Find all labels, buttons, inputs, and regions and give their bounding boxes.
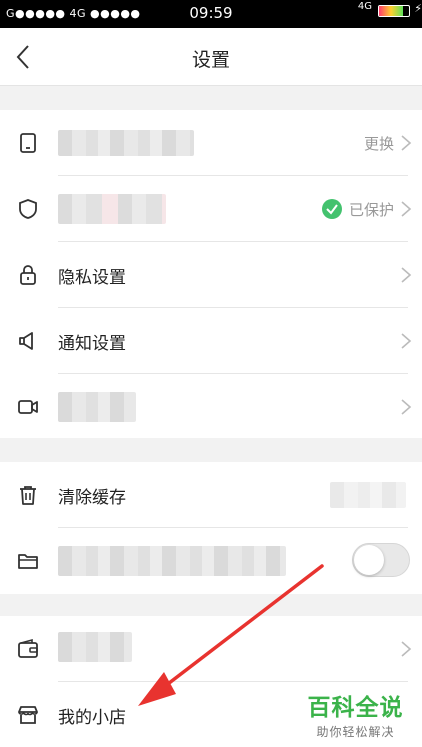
video-label-blurred	[58, 392, 136, 422]
toggle-label-blurred	[58, 546, 286, 576]
settings-group-account: 更换 已保护 隐私设置 通知设置	[0, 110, 422, 438]
security-row[interactable]: 已保护	[0, 176, 422, 242]
account-value-blurred	[58, 130, 194, 156]
phone-icon	[20, 133, 36, 153]
charging-icon: ⚡	[414, 2, 422, 15]
chevron-right-icon	[401, 333, 412, 349]
nav-bar: 设置	[0, 28, 422, 86]
clear-cache-row[interactable]: 清除缓存	[0, 462, 422, 528]
notification-settings-row[interactable]: 通知设置	[0, 308, 422, 374]
trash-icon	[20, 486, 36, 505]
video-icon	[18, 400, 38, 414]
video-settings-row[interactable]	[0, 374, 422, 438]
chevron-right-icon	[401, 135, 412, 151]
setting-toggle[interactable]	[352, 543, 410, 577]
security-value-blurred	[58, 194, 166, 224]
folder-icon	[18, 554, 38, 569]
privacy-settings-label: 隐私设置	[58, 268, 126, 288]
shop-icon	[18, 706, 38, 724]
battery-icon	[378, 5, 410, 17]
protection-status: 已保护	[348, 201, 394, 219]
chevron-right-icon	[401, 201, 412, 217]
chevron-right-icon	[401, 399, 412, 415]
wallet-icon	[18, 638, 38, 658]
shield-icon	[19, 199, 37, 219]
wallet-row[interactable]	[0, 616, 422, 682]
account-row[interactable]: 更换	[0, 110, 422, 176]
cache-size-blurred	[330, 482, 406, 508]
chevron-right-icon	[401, 267, 412, 283]
notification-settings-label: 通知设置	[58, 334, 126, 354]
chevron-right-icon	[401, 641, 412, 657]
settings-group-storage: 清除缓存	[0, 462, 422, 594]
megaphone-icon	[19, 332, 33, 350]
clear-cache-label: 清除缓存	[58, 488, 126, 508]
watermark-logo: 百科全说 助你轻松解决	[293, 688, 418, 740]
my-shop-label: 我的小店	[58, 708, 126, 728]
toggle-knob	[354, 545, 384, 575]
wallet-label-blurred	[58, 632, 132, 662]
toggle-setting-row[interactable]	[0, 528, 422, 594]
check-icon	[322, 199, 342, 219]
lock-icon	[20, 265, 36, 285]
status-bar: G●●●●● 4G ●●●●● 09:59 4G ⚡	[0, 0, 422, 28]
change-account-link[interactable]: 更换	[364, 133, 394, 154]
watermark-subtitle: 助你轻松解决	[316, 725, 395, 739]
watermark-title: 百科全说	[307, 695, 404, 721]
network-label: 4G	[357, 1, 372, 12]
privacy-settings-row[interactable]: 隐私设置	[0, 242, 422, 308]
page-title: 设置	[191, 49, 230, 71]
